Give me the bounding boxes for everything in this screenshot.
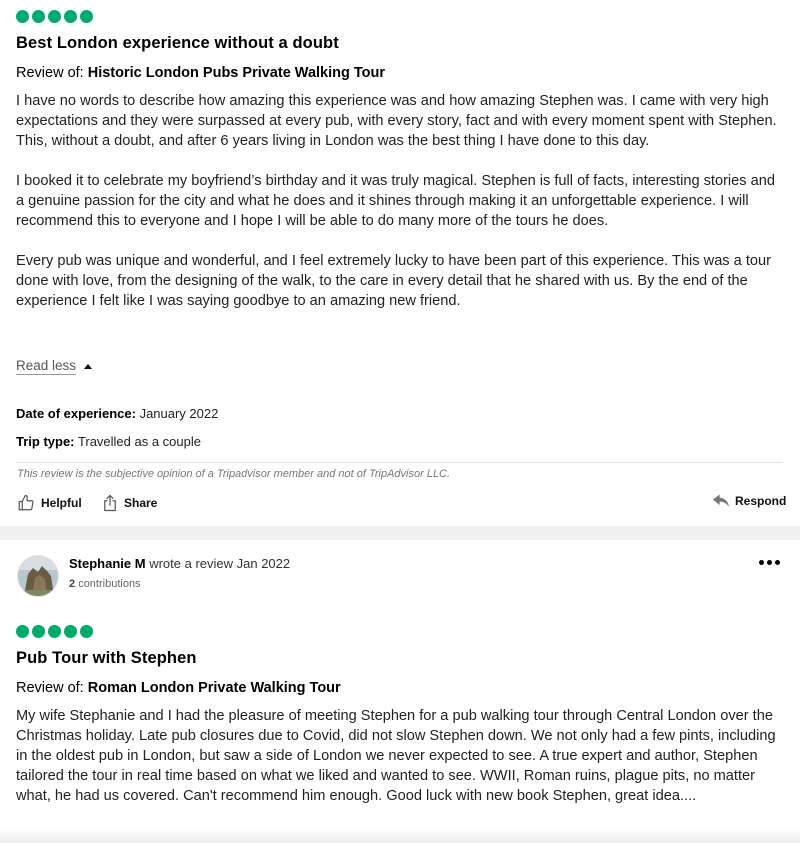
share-button[interactable]: Share xyxy=(102,494,157,512)
disclaimer: This review is the subjective opinion of… xyxy=(17,468,451,480)
respond-button[interactable]: Respond xyxy=(713,494,786,508)
rating-bubble-icon xyxy=(64,10,77,23)
bottom-fade xyxy=(0,827,800,843)
rating-bubbles xyxy=(16,625,93,638)
review-title[interactable]: Pub Tour with Stephen xyxy=(16,649,197,668)
trip-type: Trip type: Travelled as a couple xyxy=(16,434,201,449)
date-value: January 2022 xyxy=(139,406,219,421)
rating-bubble-icon xyxy=(48,10,61,23)
dot xyxy=(767,560,772,565)
review-of: Review of: Roman London Private Walking … xyxy=(16,680,341,696)
read-less-label: Read less xyxy=(16,358,77,375)
tour-link[interactable]: Historic London Pubs Private Walking Tou… xyxy=(88,65,385,81)
respond-label: Respond xyxy=(735,494,787,508)
read-less-button[interactable]: Read less xyxy=(16,358,93,375)
share-icon xyxy=(102,494,118,512)
rating-bubble-icon xyxy=(32,625,45,638)
review-paragraph: Every pub was unique and wonderful, and … xyxy=(16,253,771,309)
rating-bubble-icon xyxy=(48,625,61,638)
author-line: Stephanie M wrote a review Jan 2022 xyxy=(69,556,290,571)
rating-bubble-icon xyxy=(64,625,77,638)
date-of-experience: Date of experience: January 2022 xyxy=(16,406,218,421)
helpful-button[interactable]: Helpful xyxy=(17,494,82,512)
review-body: My wife Stephanie and I had the pleasure… xyxy=(16,706,784,806)
rating-bubble-icon xyxy=(80,10,93,23)
review-body: I have no words to describe how amazing … xyxy=(16,91,784,311)
review-title[interactable]: Best London experience without a doubt xyxy=(16,34,339,53)
author-name-link[interactable]: Stephanie M xyxy=(69,556,146,571)
tour-link[interactable]: Roman London Private Walking Tour xyxy=(88,680,341,696)
review-paragraph: I booked it to celebrate my boyfriend’s … xyxy=(16,173,775,229)
contributions-count: 2 xyxy=(69,578,76,590)
helpful-label: Helpful xyxy=(41,496,82,510)
rating-bubble-icon xyxy=(32,10,45,23)
dot xyxy=(759,560,764,565)
thumbs-up-icon xyxy=(17,494,35,512)
divider xyxy=(16,462,783,463)
share-label: Share xyxy=(124,496,158,510)
review-paragraph: I have no words to describe how amazing … xyxy=(16,93,777,149)
more-options-icon[interactable] xyxy=(759,560,780,565)
trip-type-value: Travelled as a couple xyxy=(77,434,201,449)
contributions: 2 contributions xyxy=(69,578,141,590)
contributions-label: contributions xyxy=(78,578,141,590)
rating-bubble-icon xyxy=(16,10,29,23)
review-card-2: Stephanie M wrote a review Jan 2022 2 co… xyxy=(0,540,800,843)
dot xyxy=(775,560,780,565)
review-paragraph: My wife Stephanie and I had the pleasure… xyxy=(16,708,776,804)
rating-bubble-icon xyxy=(80,625,93,638)
wrote-review-text: wrote a review Jan 2022 xyxy=(149,556,291,571)
review-of-label: Review of: xyxy=(16,65,84,81)
rating-bubbles xyxy=(16,10,93,23)
reply-arrow-icon xyxy=(713,494,729,508)
avatar[interactable] xyxy=(17,555,59,597)
caret-up-icon xyxy=(84,364,93,369)
rating-bubble-icon xyxy=(16,625,29,638)
review-card-1: Best London experience without a doubt R… xyxy=(0,0,800,526)
review-separator xyxy=(0,526,800,540)
date-label: Date of experience: xyxy=(16,406,136,421)
review-of: Review of: Historic London Pubs Private … xyxy=(16,65,385,81)
trip-type-label: Trip type: xyxy=(16,434,75,449)
review-of-label: Review of: xyxy=(16,680,84,696)
